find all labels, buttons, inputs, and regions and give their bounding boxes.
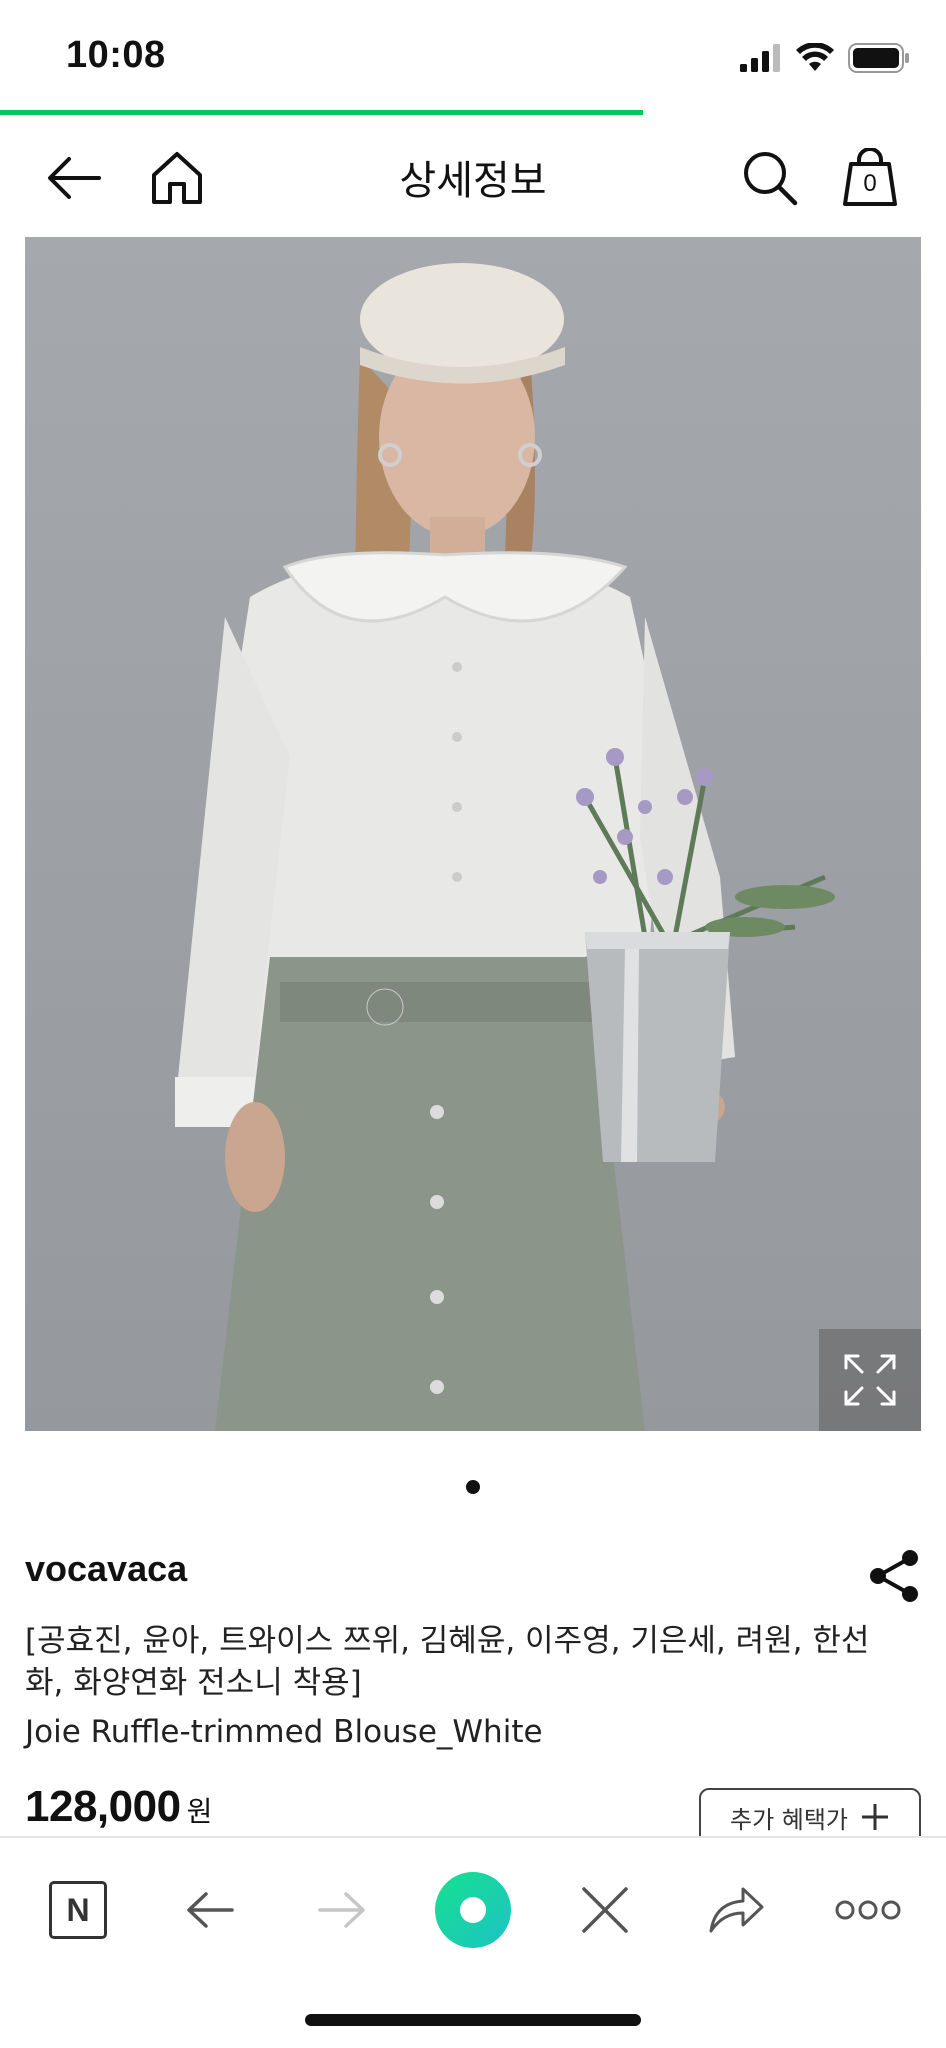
page-load-progress-fill — [0, 110, 644, 115]
browser-more-button[interactable] — [828, 1870, 908, 1950]
price-unit: 원 — [186, 1795, 213, 1828]
nav-bar: 상세정보 0 — [0, 118, 946, 238]
share-icon — [707, 1885, 765, 1935]
product-title-ko: [공효진, 윤아, 트와이스 쯔위, 김혜윤, 이주영, 기은세, 려원, 한선… — [25, 1623, 870, 1701]
wifi-icon — [796, 43, 834, 73]
close-icon — [580, 1885, 630, 1935]
price: 128,000 — [25, 1782, 181, 1831]
forward-icon — [316, 1888, 368, 1932]
expand-image-button[interactable] — [819, 1329, 921, 1431]
product-photo — [25, 237, 921, 1431]
image-pager — [0, 1480, 946, 1494]
search-icon — [741, 149, 799, 207]
search-button[interactable] — [738, 146, 802, 210]
share-icon — [866, 1548, 922, 1604]
shopping-bag-icon: 0 — [841, 148, 899, 208]
cart-button[interactable]: 0 — [838, 146, 902, 210]
green-dot-icon — [433, 1870, 513, 1950]
browser-forward-button[interactable] — [302, 1870, 382, 1950]
page-load-progress — [0, 110, 946, 115]
pager-dot[interactable] — [466, 1480, 480, 1494]
back-icon — [184, 1888, 236, 1932]
status-time: 10:08 — [66, 34, 166, 76]
browser-share-button[interactable] — [696, 1870, 776, 1950]
browser-close-button[interactable] — [565, 1870, 645, 1950]
home-indicator — [305, 2014, 641, 2026]
status-icons — [740, 42, 910, 74]
product-title-en: Joie Ruffle-trimmed Blouse_White — [25, 1714, 543, 1750]
page-title: 상세정보 — [399, 158, 547, 204]
browser-back-button[interactable] — [170, 1870, 250, 1950]
status-bar: 10:08 — [0, 0, 946, 112]
price-row: 128,000 원 — [25, 1782, 212, 1832]
expand-icon — [842, 1352, 898, 1408]
naver-home-icon: N — [49, 1881, 107, 1939]
cart-count: 0 — [863, 170, 877, 197]
naver-home-button[interactable]: N — [38, 1870, 118, 1950]
green-dot-button[interactable] — [433, 1870, 513, 1950]
brand-name[interactable]: vocavaca — [25, 1548, 187, 1590]
share-button[interactable] — [866, 1548, 922, 1604]
more-icon — [835, 1898, 901, 1922]
plus-icon — [860, 1802, 890, 1832]
extra-benefit-label: 추가 혜택가 — [729, 1805, 849, 1834]
battery-icon — [848, 43, 910, 73]
product-image[interactable] — [25, 237, 921, 1431]
cellular-signal-icon — [740, 44, 782, 72]
